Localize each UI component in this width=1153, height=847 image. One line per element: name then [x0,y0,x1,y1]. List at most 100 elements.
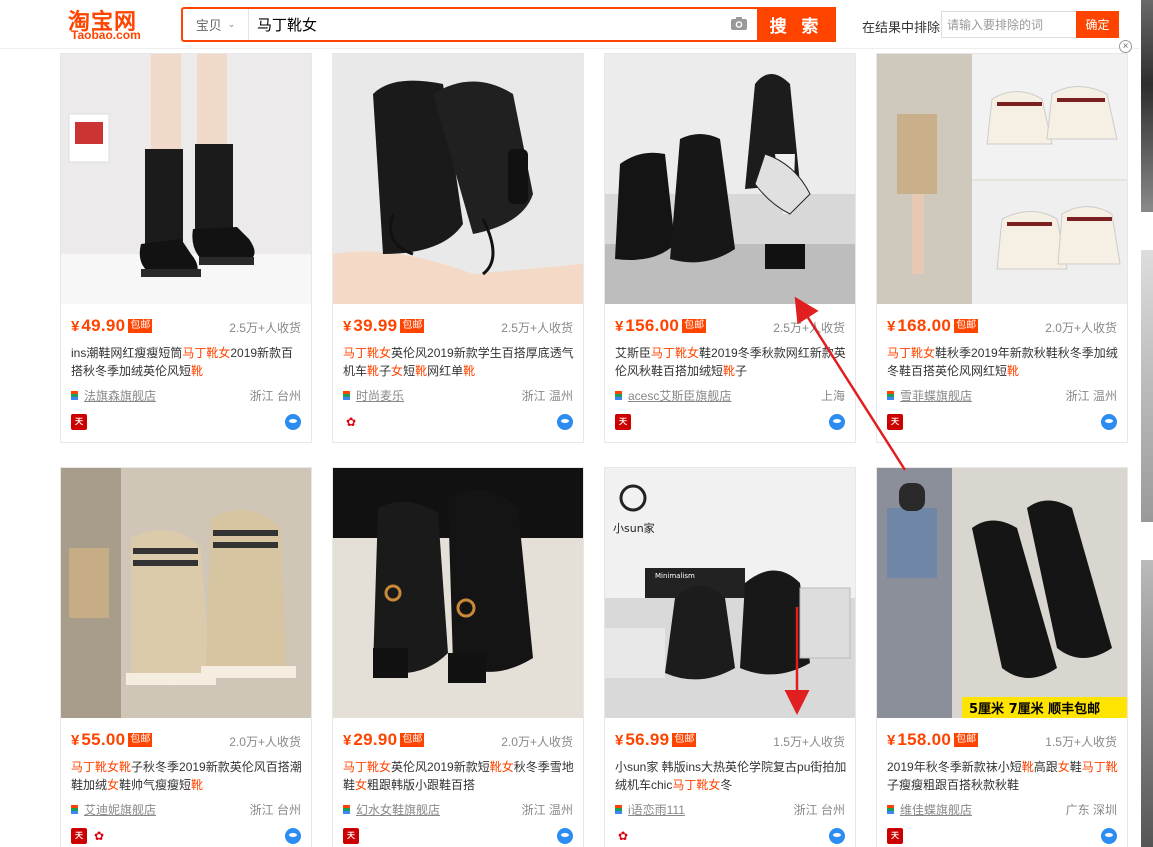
product-title[interactable]: 艾斯臣马丁靴女鞋2019冬季秋款网红新款英伦风秋鞋百搭加绒短靴子 [615,344,847,380]
title-keyword-highlight: 马丁靴女 [182,346,231,360]
product-image[interactable] [61,468,311,718]
product-image[interactable] [877,54,1127,304]
shop-name[interactable]: 时尚麦乐 [356,387,404,404]
product-card[interactable]: 小sun家 Minimalism ¥ 56.99 包邮 1.5万+人收货 小su… [604,467,856,847]
tmall-icon[interactable]: 天 [887,828,903,844]
title-keyword-highlight: 靴 [1007,364,1020,378]
product-title[interactable]: 马丁靴女英伦风2019新款短靴女秋冬季雪地鞋女粗跟韩版小跟鞋百搭 [343,758,575,794]
title-keyword-highlight: 马丁靴女 [343,760,392,774]
close-icon[interactable]: × [1119,40,1132,53]
product-card[interactable]: ¥ 156.00 包邮 2.5万+人收货 艾斯臣马丁靴女鞋2019冬季秋款网红新… [604,53,856,443]
wangwang-chat-icon[interactable] [285,828,301,844]
price: ¥ 55.00 包邮 [71,730,153,750]
shop-link[interactable]: 幻水女鞋旗舰店 [343,801,440,818]
taobao-logo[interactable]: 淘宝网 Taobao.com [68,4,158,44]
wangwang-chat-icon[interactable] [829,414,845,430]
badges: 天 [887,828,903,844]
product-card[interactable]: 5厘米 7厘米 顺丰包邮 ¥ 158.00 包邮 1.5万+人收货 2019年秋… [876,467,1128,847]
product-card[interactable]: ¥ 39.99 包邮 2.5万+人收货 马丁靴女英伦风2019新款学生百搭厚底透… [332,53,584,443]
title-text: 子 [379,364,392,378]
search-scope-select[interactable]: 宝贝 ⌄ [183,9,249,40]
shop-name[interactable]: 艾迪妮旗舰店 [84,801,156,818]
exclude-label: 在结果中排除 [862,20,941,35]
wangwang-chat-icon[interactable] [557,414,573,430]
tmall-icon[interactable]: 天 [887,414,903,430]
shop-icon [615,391,622,400]
product-card[interactable]: ¥ 55.00 包邮 2.0万+人收货 马丁靴女靴子秋冬季2019新款英伦风百搭… [60,467,312,847]
wangwang-chat-icon[interactable] [1101,828,1117,844]
exclude-input[interactable] [941,11,1077,38]
search-button[interactable]: 搜 索 [757,7,836,42]
free-shipping-tag: 包邮 [672,733,697,747]
shop-link[interactable]: i语恋雨111 [615,801,685,818]
tmall-icon[interactable]: 天 [615,414,631,430]
title-keyword-highlight: 女 [355,778,368,792]
free-shipping-tag: 包邮 [128,319,153,333]
title-text: 高跟 [1033,760,1058,774]
location: 上海 [820,389,845,403]
title-keyword-highlight: 马丁靴女靴 [71,760,132,774]
title-keyword-highlight: 马丁靴女 [887,346,936,360]
product-title[interactable]: 2019年秋冬季新款袜小短靴高跟女鞋马丁靴子瘦瘦粗跟百搭秋款秋鞋 [887,758,1119,794]
search-input[interactable] [257,9,717,40]
product-card[interactable]: ¥ 49.90 包邮 2.5万+人收货 ins潮鞋网红瘦瘦短筒马丁靴女2019新… [60,53,312,443]
shop-link[interactable]: 法旗森旗舰店 [71,387,156,404]
shop-link[interactable]: 雪菲蝶旗舰店 [887,387,972,404]
rose-icon[interactable]: ✿ [343,414,359,430]
shop-link[interactable]: 艾迪妮旗舰店 [71,801,156,818]
badges: ✿ [343,414,359,430]
shop-link[interactable]: acesc艾斯臣旗舰店 [615,387,731,404]
shop-link[interactable]: 维佳蝶旗舰店 [887,801,972,818]
shop-name[interactable]: 法旗森旗舰店 [84,387,156,404]
currency-symbol: ¥ [343,317,352,335]
title-keyword-highlight: 靴 [1021,760,1034,774]
price: ¥ 168.00 包邮 [887,316,979,336]
wangwang-chat-icon[interactable] [829,828,845,844]
title-keyword-highlight: 靴 [367,364,380,378]
shop-name[interactable]: acesc艾斯臣旗舰店 [628,387,731,404]
rose-icon[interactable]: ✿ [615,828,631,844]
title-keyword-highlight: 靴 [723,364,736,378]
shop-name[interactable]: i语恋雨111 [628,801,685,818]
product-title[interactable]: 马丁靴女靴子秋冬季2019新款英伦风百搭潮鞋加绒女鞋帅气瘦瘦短靴 [71,758,303,794]
currency-symbol: ¥ [343,731,352,749]
shop-link[interactable]: 时尚麦乐 [343,387,404,404]
product-title[interactable]: 小sun家 韩版ins大热英伦学院复古pu街拍加绒机车chic马丁靴女冬 [615,758,847,794]
title-text: 粗跟韩版小跟鞋百搭 [367,778,476,792]
product-title[interactable]: 马丁靴女英伦风2019新款学生百搭厚底透气机车靴子女短靴网红单靴 [343,344,575,380]
rose-icon[interactable]: ✿ [91,828,107,844]
location: 浙江 温州 [1065,389,1117,403]
location: 浙江 台州 [249,803,301,817]
wangwang-chat-icon[interactable] [285,414,301,430]
shop-icon [343,391,350,400]
product-image[interactable] [605,54,855,304]
camera-icon[interactable] [730,16,748,31]
product-image[interactable] [61,54,311,304]
product-title[interactable]: ins潮鞋网红瘦瘦短筒马丁靴女2019新款百搭秋冬季加绒英伦风短靴 [71,344,303,380]
tmall-icon[interactable]: 天 [343,828,359,844]
shop-icon [887,805,894,814]
title-text: 鞋帅气瘦瘦短 [119,778,192,792]
shop-name[interactable]: 雪菲蝶旗舰店 [900,387,972,404]
product-image[interactable] [333,54,583,304]
product-image[interactable] [333,468,583,718]
product-grid: ¥ 49.90 包邮 2.5万+人收货 ins潮鞋网红瘦瘦短筒马丁靴女2019新… [60,53,1128,847]
wangwang-chat-icon[interactable] [557,828,573,844]
product-card[interactable]: ¥ 29.90 包邮 2.0万+人收货 马丁靴女英伦风2019新款短靴女秋冬季雪… [332,467,584,847]
currency-symbol: ¥ [887,731,896,749]
exclude-confirm-button[interactable]: 确定 [1076,11,1119,38]
tmall-icon[interactable]: 天 [71,414,87,430]
location: 广东 深圳 [1065,803,1117,817]
product-title[interactable]: 马丁靴女鞋秋季2019年新款秋鞋秋冬季加绒冬鞋百搭英伦风网红短靴 [887,344,1119,380]
box-text: Minimalism [655,572,695,580]
shop-name[interactable]: 维佳蝶旗舰店 [900,801,972,818]
shop-name[interactable]: 幻水女鞋旗舰店 [356,801,440,818]
title-text: 子 [735,364,748,378]
product-card[interactable]: ¥ 168.00 包邮 2.0万+人收货 马丁靴女鞋秋季2019年新款秋鞋秋冬季… [876,53,1128,443]
sales-count: 1.5万+人收货 [773,735,845,749]
product-image[interactable]: 5厘米 7厘米 顺丰包邮 [877,468,1127,718]
search-header: 淘宝网 Taobao.com 宝贝 ⌄ 搜 索 在结果中排除 确定 [0,0,1140,49]
tmall-icon[interactable]: 天 [71,828,87,844]
product-image[interactable]: 小sun家 Minimalism [605,468,855,718]
wangwang-chat-icon[interactable] [1101,414,1117,430]
